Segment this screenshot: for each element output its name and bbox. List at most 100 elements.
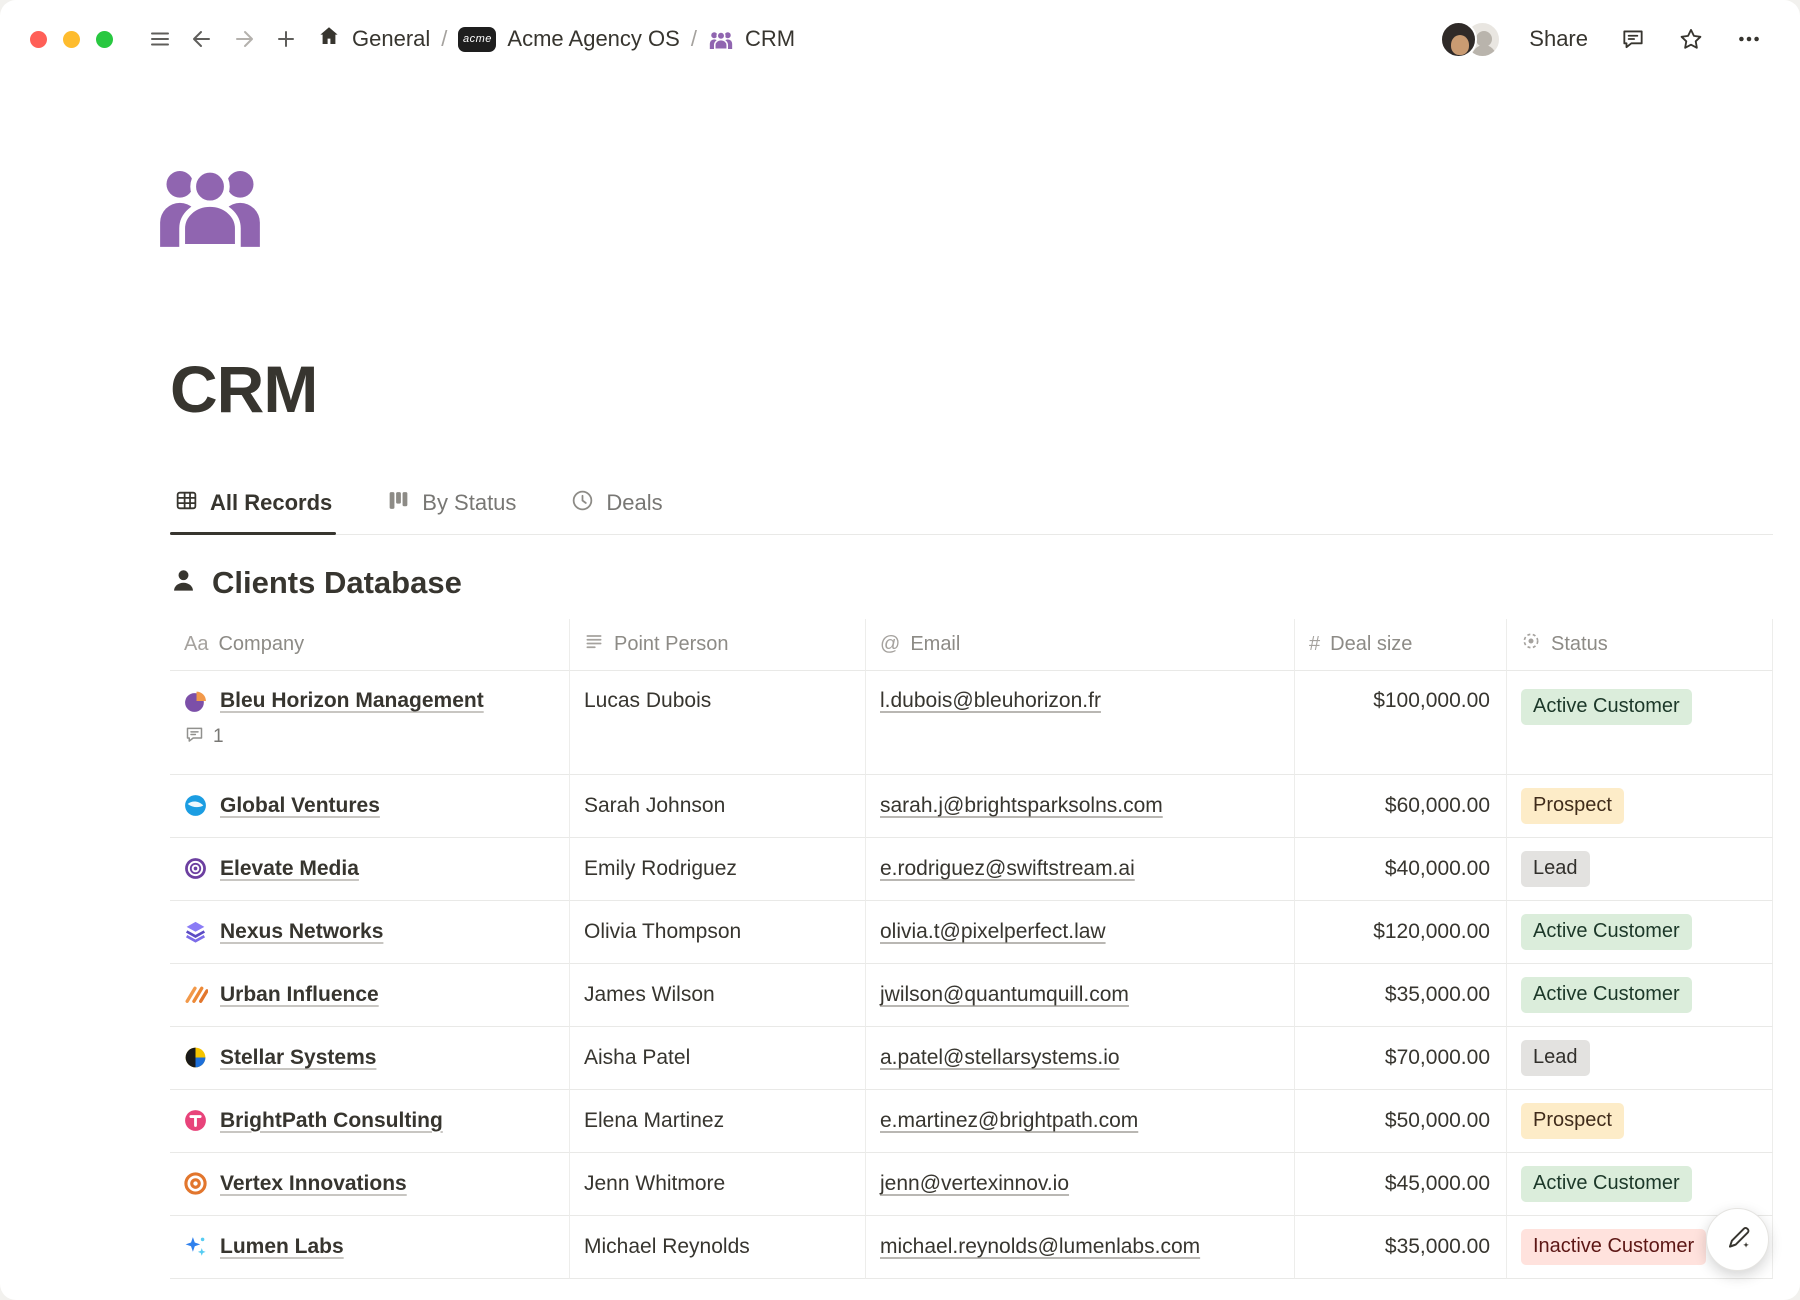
point-person-cell[interactable]: Lucas Dubois — [570, 671, 866, 775]
back-button[interactable] — [181, 18, 223, 60]
email-cell[interactable]: e.martinez@brightpath.com — [866, 1090, 1295, 1153]
status-cell[interactable]: Active Customer — [1507, 1153, 1773, 1216]
point-person-cell[interactable]: Elena Martinez — [570, 1090, 866, 1153]
point-person-cell[interactable]: Michael Reynolds — [570, 1216, 866, 1279]
email-link[interactable]: e.martinez@brightpath.com — [880, 1109, 1138, 1133]
status-cell[interactable]: Prospect — [1507, 775, 1773, 838]
floating-edit-button[interactable] — [1706, 1208, 1769, 1271]
table-row[interactable]: Urban Influence James Wilson jwilson@qua… — [170, 964, 1773, 1027]
email-cell[interactable]: a.patel@stellarsystems.io — [866, 1027, 1295, 1090]
table-row[interactable]: Bleu Horizon Management 1 Lucas Dubois l… — [170, 671, 1773, 775]
deal-size-cell[interactable]: $70,000.00 — [1295, 1027, 1507, 1090]
company-link[interactable]: Stellar Systems — [220, 1046, 376, 1070]
email-cell[interactable]: l.dubois@bleuhorizon.fr — [866, 671, 1295, 775]
status-badge[interactable]: Prospect — [1521, 1103, 1624, 1139]
status-badge[interactable]: Lead — [1521, 1040, 1590, 1076]
table-row[interactable]: Nexus Networks Olivia Thompson olivia.t@… — [170, 901, 1773, 964]
table-row[interactable]: Global Ventures Sarah Johnson sarah.j@br… — [170, 775, 1773, 838]
deal-size-cell[interactable]: $40,000.00 — [1295, 838, 1507, 901]
tab-deals[interactable]: Deals — [566, 486, 666, 534]
point-person-cell[interactable]: Aisha Patel — [570, 1027, 866, 1090]
email-cell[interactable]: e.rodriguez@swiftstream.ai — [866, 838, 1295, 901]
company-cell[interactable]: Elevate Media — [170, 838, 570, 901]
company-link[interactable]: Lumen Labs — [220, 1235, 344, 1259]
column-header-deal-size[interactable]: # Deal size — [1295, 619, 1507, 671]
deal-size-cell[interactable]: $35,000.00 — [1295, 1216, 1507, 1279]
point-person-cell[interactable]: James Wilson — [570, 964, 866, 1027]
status-cell[interactable]: Active Customer — [1507, 671, 1773, 775]
status-cell[interactable]: Lead — [1507, 1027, 1773, 1090]
column-header-status[interactable]: Status — [1507, 619, 1773, 671]
breadcrumb-item-general[interactable]: General — [352, 26, 430, 52]
email-link[interactable]: jenn@vertexinnov.io — [880, 1172, 1069, 1196]
company-cell[interactable]: Vertex Innovations — [170, 1153, 570, 1216]
deal-size-cell[interactable]: $50,000.00 — [1295, 1090, 1507, 1153]
company-cell[interactable]: BrightPath Consulting — [170, 1090, 570, 1153]
status-badge[interactable]: Active Customer — [1521, 1166, 1692, 1202]
table-row[interactable]: Stellar Systems Aisha Patel a.patel@stel… — [170, 1027, 1773, 1090]
email-link[interactable]: e.rodriguez@swiftstream.ai — [880, 857, 1135, 881]
page-icon-people-group[interactable] — [152, 160, 268, 248]
close-window-button[interactable] — [30, 31, 47, 48]
zoom-window-button[interactable] — [96, 31, 113, 48]
active-users-avatars[interactable] — [1440, 21, 1501, 58]
more-options-button[interactable] — [1728, 18, 1770, 60]
point-person-cell[interactable]: Olivia Thompson — [570, 901, 866, 964]
status-cell[interactable]: Prospect — [1507, 1090, 1773, 1153]
company-link[interactable]: Vertex Innovations — [220, 1172, 407, 1196]
status-badge[interactable]: Lead — [1521, 851, 1590, 887]
column-header-email[interactable]: @ Email — [866, 619, 1295, 671]
company-cell[interactable]: Bleu Horizon Management 1 — [170, 671, 570, 775]
company-cell[interactable]: Nexus Networks — [170, 901, 570, 964]
status-cell[interactable]: Active Customer — [1507, 901, 1773, 964]
email-link[interactable]: l.dubois@bleuhorizon.fr — [880, 689, 1101, 713]
deal-size-cell[interactable]: $60,000.00 — [1295, 775, 1507, 838]
email-link[interactable]: michael.reynolds@lumenlabs.com — [880, 1235, 1200, 1259]
sidebar-toggle-button[interactable] — [139, 18, 181, 60]
status-badge[interactable]: Prospect — [1521, 788, 1624, 824]
breadcrumb-item-page[interactable]: CRM — [745, 26, 795, 52]
email-link[interactable]: sarah.j@brightsparksolns.com — [880, 794, 1163, 818]
deal-size-cell[interactable]: $120,000.00 — [1295, 901, 1507, 964]
tab-by-status[interactable]: By Status — [382, 486, 520, 534]
comments-button[interactable] — [1612, 18, 1654, 60]
company-link[interactable]: Urban Influence — [220, 983, 379, 1007]
status-badge[interactable]: Active Customer — [1521, 977, 1692, 1013]
email-cell[interactable]: olivia.t@pixelperfect.law — [866, 901, 1295, 964]
column-header-company[interactable]: Aa Company — [170, 619, 570, 671]
table-row[interactable]: Vertex Innovations Jenn Whitmore jenn@ve… — [170, 1153, 1773, 1216]
favorite-button[interactable] — [1670, 18, 1712, 60]
point-person-cell[interactable]: Emily Rodriguez — [570, 838, 866, 901]
status-badge[interactable]: Active Customer — [1521, 689, 1692, 725]
status-badge[interactable]: Active Customer — [1521, 914, 1692, 950]
point-person-cell[interactable]: Sarah Johnson — [570, 775, 866, 838]
point-person-cell[interactable]: Jenn Whitmore — [570, 1153, 866, 1216]
table-row[interactable]: Elevate Media Emily Rodriguez e.rodrigue… — [170, 838, 1773, 901]
email-link[interactable]: a.patel@stellarsystems.io — [880, 1046, 1120, 1070]
deal-size-cell[interactable]: $45,000.00 — [1295, 1153, 1507, 1216]
email-cell[interactable]: sarah.j@brightsparksolns.com — [866, 775, 1295, 838]
company-link[interactable]: Elevate Media — [220, 857, 359, 881]
share-button[interactable]: Share — [1521, 20, 1596, 58]
new-page-button[interactable] — [265, 18, 307, 60]
company-link[interactable]: Bleu Horizon Management — [220, 689, 484, 713]
email-link[interactable]: olivia.t@pixelperfect.law — [880, 920, 1106, 944]
company-cell[interactable]: Global Ventures — [170, 775, 570, 838]
email-cell[interactable]: michael.reynolds@lumenlabs.com — [866, 1216, 1295, 1279]
tab-all-records[interactable]: All Records — [170, 486, 336, 534]
company-link[interactable]: BrightPath Consulting — [220, 1109, 443, 1133]
status-cell[interactable]: Active Customer — [1507, 964, 1773, 1027]
table-row[interactable]: BrightPath Consulting Elena Martinez e.m… — [170, 1090, 1773, 1153]
company-link[interactable]: Nexus Networks — [220, 920, 383, 944]
company-cell[interactable]: Stellar Systems — [170, 1027, 570, 1090]
company-link[interactable]: Global Ventures — [220, 794, 380, 818]
email-cell[interactable]: jenn@vertexinnov.io — [866, 1153, 1295, 1216]
deal-size-cell[interactable]: $100,000.00 — [1295, 671, 1507, 775]
email-cell[interactable]: jwilson@quantumquill.com — [866, 964, 1295, 1027]
email-link[interactable]: jwilson@quantumquill.com — [880, 983, 1129, 1007]
company-cell[interactable]: Urban Influence — [170, 964, 570, 1027]
company-cell[interactable]: Lumen Labs — [170, 1216, 570, 1279]
table-row[interactable]: Lumen Labs Michael Reynolds michael.reyn… — [170, 1216, 1773, 1279]
status-cell[interactable]: Lead — [1507, 838, 1773, 901]
deal-size-cell[interactable]: $35,000.00 — [1295, 964, 1507, 1027]
